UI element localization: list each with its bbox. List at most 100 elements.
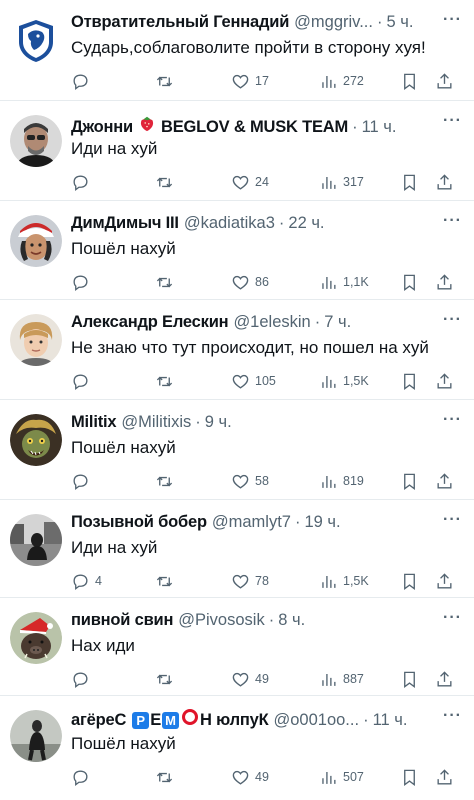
bookmark-button[interactable] (400, 370, 419, 392)
more-icon[interactable]: ··· (443, 212, 462, 230)
bookmark-button[interactable] (400, 171, 419, 193)
bookmark-button[interactable] (400, 470, 419, 492)
tweet[interactable]: Джонни BEGLOV & MUSK TEAM · 11 ч. ··· Ид… (0, 101, 474, 201)
tweet[interactable]: пивной свин @Pivososik · 8 ч. ··· Нах ид… (0, 598, 474, 696)
more-icon[interactable]: ··· (443, 609, 462, 627)
like-button[interactable]: 86 (231, 271, 269, 293)
author-name[interactable]: пивной свин (71, 611, 173, 630)
timestamp[interactable]: 9 ч. (205, 413, 232, 432)
bookmark-button[interactable] (400, 668, 419, 690)
author-name[interactable]: Джонни (71, 118, 133, 136)
share-button[interactable] (435, 271, 454, 293)
reply-button[interactable] (71, 70, 95, 92)
retweet-button[interactable] (155, 370, 179, 392)
avatar[interactable] (10, 14, 62, 66)
timestamp[interactable]: 22 ч. (288, 214, 324, 233)
timestamp[interactable]: 11 ч. (373, 711, 408, 730)
like-button[interactable]: 78 (231, 570, 269, 592)
author-handle[interactable]: @mamlyt7 (212, 513, 291, 532)
like-count: 58 (255, 474, 269, 488)
author-handle[interactable]: @mggriv... (294, 13, 373, 32)
share-button[interactable] (435, 70, 454, 92)
share-button[interactable] (435, 570, 454, 592)
views-button[interactable]: 507 (319, 766, 364, 788)
share-button[interactable] (435, 470, 454, 492)
share-button[interactable] (435, 766, 454, 788)
author-name[interactable]: Отвратительный Геннадий (71, 13, 289, 32)
avatar[interactable] (10, 414, 62, 466)
views-button[interactable]: 272 (319, 70, 364, 92)
reply-button[interactable] (71, 171, 95, 193)
tweet[interactable]: Militix @Militixis · 9 ч. ··· Пошёл наху… (0, 400, 474, 500)
retweet-button[interactable] (155, 470, 179, 492)
retweet-button[interactable] (155, 171, 179, 193)
retweet-button[interactable] (155, 668, 179, 690)
views-button[interactable]: 1,5K (319, 570, 369, 592)
reply-button[interactable] (71, 370, 95, 392)
bookmark-button[interactable] (400, 570, 419, 592)
views-button[interactable]: 887 (319, 668, 364, 690)
author-handle[interactable]: @o001oo... (274, 711, 360, 730)
avatar[interactable] (10, 215, 62, 267)
avatar[interactable] (10, 514, 62, 566)
retweet-button[interactable] (155, 570, 179, 592)
views-button[interactable]: 819 (319, 470, 364, 492)
more-icon[interactable]: ··· (443, 311, 462, 329)
share-button[interactable] (435, 370, 454, 392)
avatar[interactable] (10, 115, 62, 167)
like-button[interactable]: 58 (231, 470, 269, 492)
author-name-suffix[interactable]: BEGLOV & MUSK TEAM (161, 118, 348, 136)
author-name[interactable]: Позывной бобер (71, 513, 207, 532)
timestamp[interactable]: 11 ч. (362, 118, 397, 136)
views-button[interactable]: 1,5K (319, 370, 369, 392)
like-button[interactable]: 105 (231, 370, 276, 392)
more-icon[interactable]: ··· (443, 411, 462, 429)
reply-button[interactable] (71, 271, 95, 293)
more-icon[interactable]: ··· (443, 511, 462, 529)
retweet-button[interactable] (155, 271, 179, 293)
like-button[interactable]: 49 (231, 766, 269, 788)
views-button[interactable]: 317 (319, 171, 364, 193)
reply-button[interactable] (71, 766, 95, 788)
more-icon[interactable]: ··· (443, 11, 462, 29)
more-icon[interactable]: ··· (443, 112, 462, 130)
author-name[interactable]: Александр Елескин (71, 313, 229, 332)
avatar[interactable] (10, 612, 62, 664)
avatar[interactable] (10, 710, 62, 762)
timestamp[interactable]: 19 ч. (304, 513, 340, 532)
tweet[interactable]: Отвратительный Геннадий @mggriv... · 5 ч… (0, 0, 474, 101)
bookmark-button[interactable] (400, 70, 419, 92)
author-handle[interactable]: @Militixis (121, 413, 191, 432)
more-icon[interactable]: ··· (443, 707, 462, 725)
retweet-button[interactable] (155, 766, 179, 788)
author-handle[interactable]: @1eleskin (233, 313, 310, 332)
retweet-icon (156, 376, 173, 386)
like-button[interactable]: 24 (231, 171, 269, 193)
timestamp[interactable]: 7 ч. (324, 313, 351, 332)
tweet[interactable]: Александр Елескин @1eleskin · 7 ч. ··· Н… (0, 300, 474, 400)
tweet[interactable]: ДимДимыч III @kadiatika3 · 22 ч. ··· Пош… (0, 201, 474, 300)
tweet[interactable]: агёреС P E M Н юлпуК @o001oo... · 11 ч. … (0, 696, 474, 800)
author-name-rest[interactable]: Н юлпуК (200, 711, 269, 730)
timestamp[interactable]: 8 ч. (278, 611, 305, 630)
bookmark-button[interactable] (400, 766, 419, 788)
views-button[interactable]: 1,1K (319, 271, 369, 293)
reply-button[interactable] (71, 668, 95, 690)
reply-button[interactable]: 4 (71, 570, 102, 592)
author-name-prefix[interactable]: агёреС (71, 711, 126, 730)
tweet-actions: 24 317 (71, 171, 462, 193)
author-name[interactable]: ДимДимыч III (71, 214, 179, 233)
bookmark-button[interactable] (400, 271, 419, 293)
like-button[interactable]: 17 (231, 70, 269, 92)
tweet[interactable]: Позывной бобер @mamlyt7 · 19 ч. ··· Иди … (0, 500, 474, 598)
timestamp[interactable]: 5 ч. (386, 13, 413, 32)
like-button[interactable]: 49 (231, 668, 269, 690)
author-handle[interactable]: @Pivososik (178, 611, 264, 630)
author-handle[interactable]: @kadiatika3 (184, 214, 275, 233)
author-name[interactable]: Militix (71, 413, 117, 432)
share-button[interactable] (435, 668, 454, 690)
share-button[interactable] (435, 171, 454, 193)
retweet-button[interactable] (155, 70, 179, 92)
reply-button[interactable] (71, 470, 95, 492)
avatar[interactable] (10, 314, 62, 366)
